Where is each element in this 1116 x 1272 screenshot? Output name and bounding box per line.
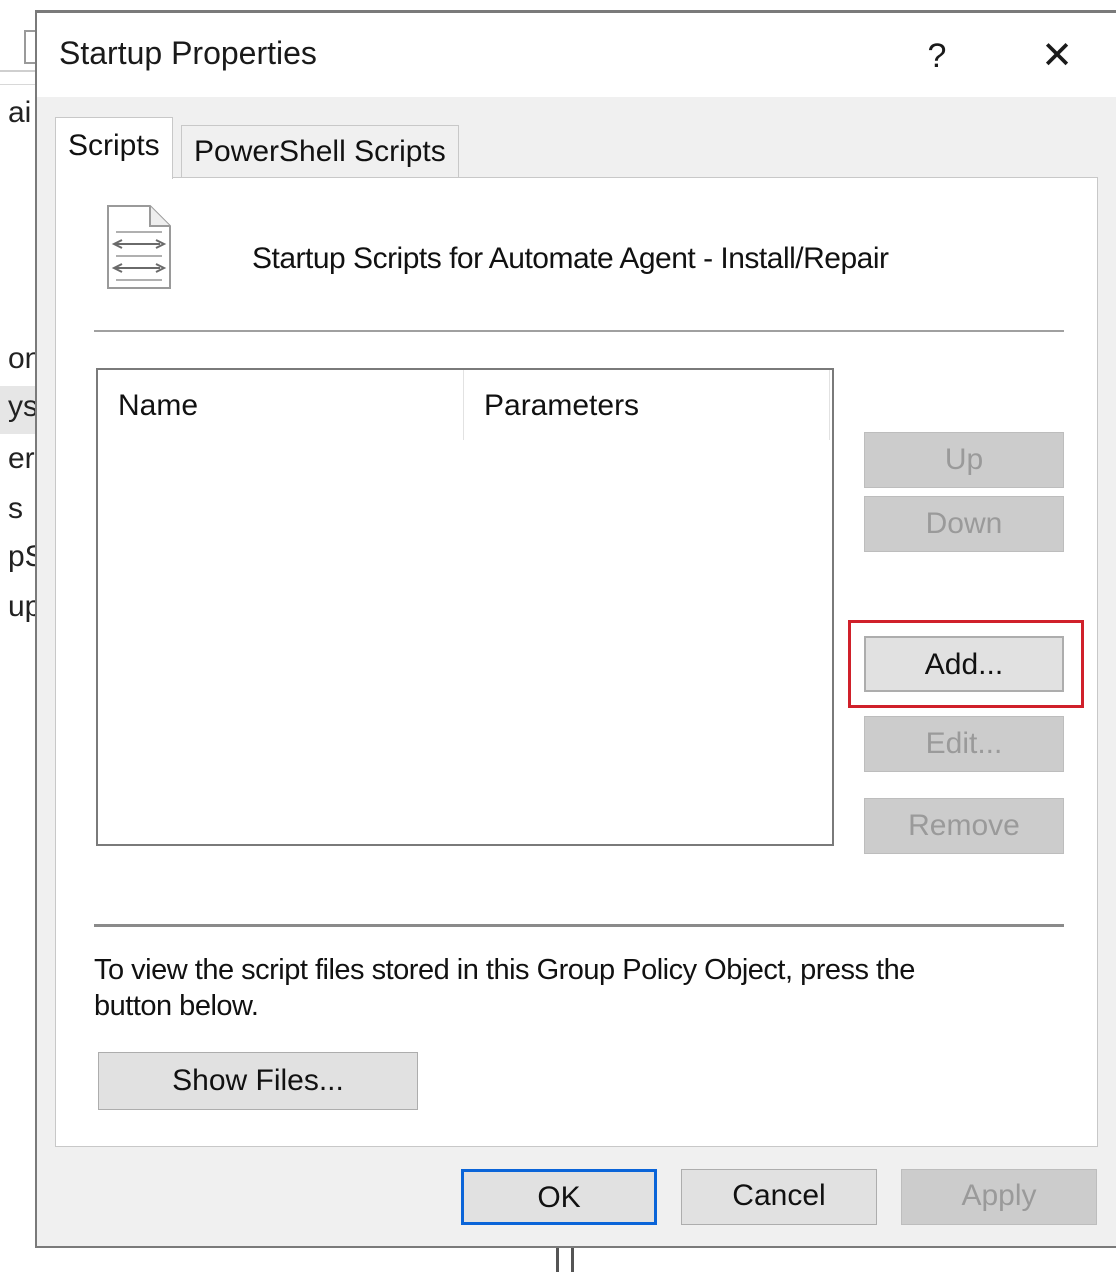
background-text-fragment: up xyxy=(8,590,36,623)
startup-properties-dialog: Startup Properties ? ✕ Scripts PowerShel… xyxy=(35,10,1116,1248)
up-button[interactable]: Up xyxy=(864,432,1064,488)
ok-button[interactable]: OK xyxy=(461,1169,657,1225)
help-button[interactable]: ? xyxy=(907,31,967,81)
background-divider xyxy=(0,84,36,85)
divider xyxy=(94,330,1064,332)
screen: ai on ys ers s pS up Startup Properties … xyxy=(0,0,1116,1272)
divider xyxy=(94,924,1064,927)
cancel-button[interactable]: Cancel xyxy=(681,1169,877,1225)
add-button[interactable]: Add... xyxy=(864,636,1064,692)
background-divider xyxy=(0,70,36,72)
background-text-fragment: ers xyxy=(8,442,36,475)
close-icon: ✕ xyxy=(1041,35,1073,77)
background-splitter xyxy=(556,1244,574,1272)
scripts-list[interactable]: Name Parameters xyxy=(96,368,834,846)
background-text-fragment: pS xyxy=(8,540,36,573)
background-text-fragment: s xyxy=(8,492,23,525)
background-window: ai on ys ers s pS up xyxy=(0,0,40,1272)
down-button[interactable]: Down xyxy=(864,496,1064,552)
info-text: To view the script files stored in this … xyxy=(94,954,915,1022)
scripts-heading: Startup Scripts for Automate Agent - Ins… xyxy=(252,242,889,275)
show-files-button[interactable]: Show Files... xyxy=(98,1052,418,1110)
script-file-icon xyxy=(107,205,171,289)
remove-button[interactable]: Remove xyxy=(864,798,1064,854)
background-text-fragment: on xyxy=(8,342,36,375)
scripts-tab-panel: Startup Scripts for Automate Agent - Ins… xyxy=(55,177,1098,1147)
dialog-title: Startup Properties xyxy=(59,35,317,71)
background-text-fragment: ys xyxy=(8,390,36,423)
column-header-name[interactable]: Name xyxy=(98,370,464,440)
title-bar: Startup Properties ? ✕ xyxy=(37,13,1116,97)
column-header-parameters[interactable]: Parameters xyxy=(464,370,830,440)
tab-scripts[interactable]: Scripts xyxy=(55,117,173,179)
background-text-fragment: ai xyxy=(8,96,32,129)
tab-powershell-scripts[interactable]: PowerShell Scripts xyxy=(181,125,459,179)
apply-button[interactable]: Apply xyxy=(901,1169,1097,1225)
close-button[interactable]: ✕ xyxy=(1027,31,1087,81)
edit-button[interactable]: Edit... xyxy=(864,716,1064,772)
